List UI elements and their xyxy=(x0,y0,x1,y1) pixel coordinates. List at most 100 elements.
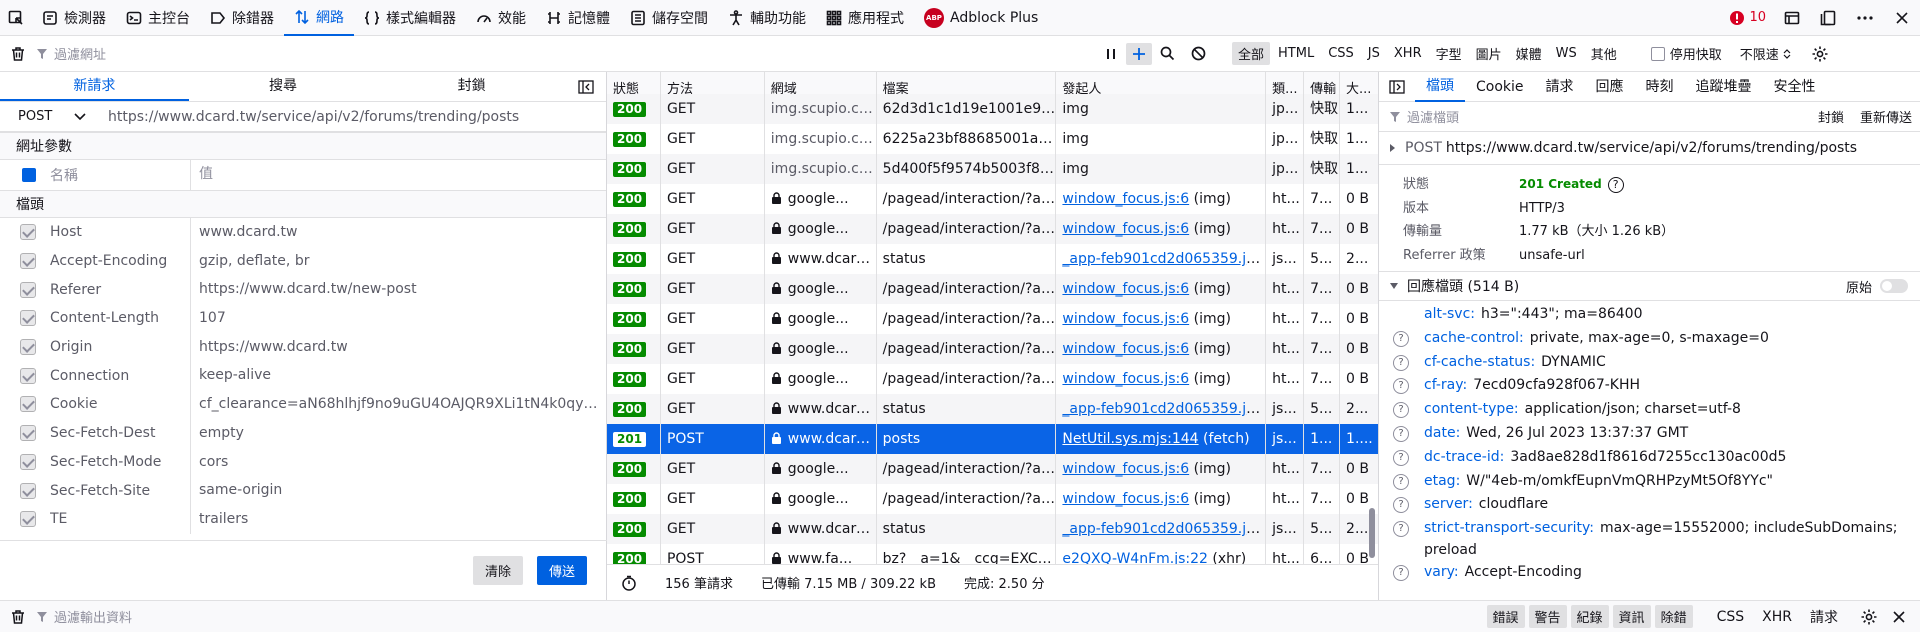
collapse-sidebar-button[interactable] xyxy=(566,72,606,101)
header-name[interactable]: Referer xyxy=(50,282,190,298)
header-value[interactable]: cf_clearance=aN68hlhjf9no9uGU4OAJQR9XLi1… xyxy=(190,390,606,419)
response-header-row[interactable]: ? content-type: application/json; charset=… xyxy=(1379,398,1920,422)
table-row[interactable]: 200 GET img.scupio.com 5d400f5f9574b5003f8d… xyxy=(607,154,1378,184)
method-select[interactable]: POST xyxy=(0,102,100,131)
tab-request[interactable]: 請求 xyxy=(1535,73,1585,101)
table-row[interactable]: 200 GET img.scupio.com62d3d1c1d19e1001e9d1… xyxy=(607,94,1378,124)
tab-adblock[interactable]: ABP Adblock Plus xyxy=(914,0,1048,36)
header-checkbox[interactable] xyxy=(20,396,36,413)
type-filter-5[interactable]: 字型 xyxy=(1430,42,1468,65)
raw-toggle[interactable] xyxy=(1880,279,1908,293)
response-header-row[interactable]: alt-svc: h3=":443"; ma=86400 xyxy=(1379,303,1920,327)
tab-console[interactable]: 主控台 xyxy=(116,0,200,36)
header-checkbox[interactable] xyxy=(20,310,36,327)
table-row[interactable]: 200 GET google... /pagead/interaction/?ai=&… xyxy=(607,484,1378,514)
tab-accessibility[interactable]: 輔助功能 xyxy=(718,0,816,36)
header-help-icon[interactable]: ? xyxy=(1393,565,1409,582)
send-button[interactable]: 傳送 xyxy=(536,556,587,585)
tab-search[interactable]: 搜尋 xyxy=(189,72,378,101)
dock-button[interactable] xyxy=(1810,0,1846,36)
table-row[interactable]: 200 POST www.fa... bz?__a=1&__ccg=EXCELLEI e… xyxy=(607,544,1378,564)
response-header-row[interactable]: ? etag: W/"4eb-m/omkfEupnVmQRHPzyMt5Of8YYc… xyxy=(1379,470,1920,494)
new-request-button[interactable] xyxy=(1126,42,1152,65)
table-scrollbar[interactable] xyxy=(1369,508,1375,558)
tab-inspector[interactable]: 檢測器 xyxy=(32,0,116,36)
header-checkbox[interactable] xyxy=(20,281,36,298)
initiator-link[interactable]: NetUtil.sys.mjs:144 xyxy=(1062,431,1198,447)
block-button[interactable] xyxy=(1183,46,1214,61)
type-filter-3[interactable]: JS xyxy=(1362,44,1386,63)
response-header-row[interactable]: ? date: Wed, 26 Jul 2023 13:37:37 GMT xyxy=(1379,422,1920,446)
header-value[interactable]: keep-alive xyxy=(190,361,606,391)
header-checkbox[interactable] xyxy=(20,253,36,270)
console-filter-input[interactable]: 過濾輸出資料 xyxy=(54,607,132,626)
tab-stack-trace[interactable]: 追蹤堆疊 xyxy=(1685,73,1763,101)
tab-application[interactable]: 應用程式 xyxy=(816,0,914,36)
type-filter-0[interactable]: 全部 xyxy=(1232,42,1271,65)
headers-filter-input[interactable]: 過濾檔頭 xyxy=(1407,107,1812,126)
request-summary[interactable]: POST https://www.dcard.tw/service/api/v2… xyxy=(1379,132,1920,164)
type-filter-1[interactable]: HTML xyxy=(1272,44,1320,63)
header-checkbox[interactable] xyxy=(20,453,36,470)
table-row[interactable]: 200 GET google... /pagead/interaction/?ai=C… xyxy=(607,454,1378,484)
tab-network[interactable]: 網路 xyxy=(284,0,354,36)
param-name-input[interactable]: 名稱 xyxy=(50,165,190,185)
type-filter-9[interactable]: 其他 xyxy=(1585,42,1623,65)
console-filter-1[interactable]: XHR xyxy=(1762,609,1792,625)
response-headers-section[interactable]: 回應檔頭 (514 B) 原始 xyxy=(1379,271,1920,301)
header-value[interactable]: cors xyxy=(190,447,606,477)
header-value[interactable]: https://www.dcard.tw/new-post xyxy=(190,275,606,305)
initiator-link[interactable]: window_focus.js:6 xyxy=(1062,311,1189,327)
header-checkbox[interactable] xyxy=(20,482,36,499)
tab-security[interactable]: 安全性 xyxy=(1763,73,1827,101)
response-header-row[interactable]: ? strict-transport-security: max-age=15552… xyxy=(1379,517,1920,561)
header-help-icon[interactable]: ? xyxy=(1393,473,1409,490)
table-row[interactable]: 200 GET www.dcard... status _app-feb901cd2d0… xyxy=(607,394,1378,424)
initiator-link[interactable]: _app-feb901cd2d065359.js:... xyxy=(1062,521,1265,537)
header-help-icon[interactable]: ? xyxy=(1393,378,1409,395)
console-level-2[interactable]: 紀錄 xyxy=(1570,605,1609,628)
initiator-link[interactable]: window_focus.js:6 xyxy=(1062,491,1189,507)
throttle-select[interactable]: 不限速 xyxy=(1740,44,1791,63)
type-filter-4[interactable]: XHR xyxy=(1388,44,1428,63)
table-row[interactable]: 200 GET google... /pagead/interaction/?ai=&… xyxy=(607,364,1378,394)
disable-cache-toggle[interactable]: 停用快取 xyxy=(1650,44,1722,63)
header-value[interactable]: 107 xyxy=(190,304,606,333)
response-header-row[interactable]: ? cf-cache-status: DYNAMIC xyxy=(1379,351,1920,375)
type-filter-2[interactable]: CSS xyxy=(1322,44,1360,63)
table-row[interactable]: 200 GET www.dcard... status _app-feb901cd2d0… xyxy=(607,514,1378,544)
initiator-link[interactable]: window_focus.js:6 xyxy=(1062,371,1189,387)
type-filter-7[interactable]: 媒體 xyxy=(1510,42,1548,65)
pick-element-button[interactable] xyxy=(0,0,32,36)
header-help-icon[interactable]: ? xyxy=(1393,354,1409,371)
header-checkbox[interactable] xyxy=(20,339,36,356)
header-name[interactable]: Sec-Fetch-Mode xyxy=(50,454,190,470)
header-value[interactable]: trailers xyxy=(190,504,606,534)
url-input[interactable]: https://www.dcard.tw/service/api/v2/foru… xyxy=(100,109,606,125)
table-row[interactable]: 200 GET google... /pagead/interaction/?ai=C… xyxy=(607,334,1378,364)
header-checkbox[interactable] xyxy=(20,367,36,384)
response-header-row[interactable]: ? server: cloudflare xyxy=(1379,493,1920,517)
initiator-link[interactable]: _app-feb901cd2d065359.js:... xyxy=(1062,401,1265,417)
header-name[interactable]: Content-Length xyxy=(50,310,190,326)
resend-button[interactable]: 重新傳送 xyxy=(1860,107,1920,126)
url-filter-input[interactable]: 過濾網址 xyxy=(54,44,106,63)
header-help-icon[interactable]: ? xyxy=(1393,330,1409,347)
console-filter-0[interactable]: CSS xyxy=(1717,609,1745,625)
status-help-icon[interactable]: ? xyxy=(1607,176,1624,193)
header-checkbox[interactable] xyxy=(20,511,36,528)
table-row[interactable]: 200 GET google... /pagead/interaction/?ai=&… xyxy=(607,214,1378,244)
initiator-link[interactable]: window_focus.js:6 xyxy=(1062,221,1189,237)
header-help-icon[interactable]: ? xyxy=(1393,521,1409,538)
header-help-icon[interactable]: ? xyxy=(1393,497,1409,514)
initiator-link[interactable]: window_focus.js:6 xyxy=(1062,341,1189,357)
close-console-button[interactable] xyxy=(1892,610,1906,624)
table-row[interactable]: 200 GET google... /pagead/interaction/?ai=&… xyxy=(607,304,1378,334)
tab-storage[interactable]: 儲存空間 xyxy=(620,0,718,36)
param-checkbox[interactable] xyxy=(22,168,36,182)
error-indicator[interactable]: 10 xyxy=(1729,10,1774,26)
tab-cookie[interactable]: Cookie xyxy=(1465,73,1535,101)
table-row[interactable]: 200 GET google... /pagead/interaction/?ai=C… xyxy=(607,274,1378,304)
response-header-row[interactable]: ? cf-ray: 7ecd09cfa928f067-KHH xyxy=(1379,374,1920,398)
header-name[interactable]: TE xyxy=(50,511,190,527)
